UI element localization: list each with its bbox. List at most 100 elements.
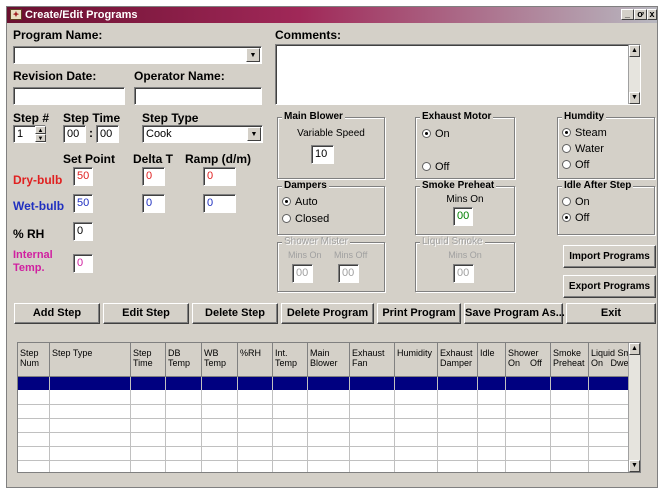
humidity-title: Humdity: [562, 111, 606, 122]
scroll-up-icon[interactable]: ▲: [629, 45, 640, 57]
delta-t-header: Delta T: [133, 152, 174, 166]
close-button[interactable]: x: [647, 9, 657, 20]
export-programs-button[interactable]: Export Programs: [563, 275, 656, 298]
exhaust-off-radio[interactable]: Off: [422, 161, 449, 173]
step-time-minutes-field[interactable]: 00: [96, 125, 119, 143]
time-separator: :: [89, 126, 93, 140]
radio-selected-icon: [282, 197, 291, 206]
liquid-smoke-field[interactable]: 00: [453, 264, 474, 283]
main-blower-speed-field[interactable]: 10: [311, 145, 334, 164]
delete-program-button[interactable]: Delete Program: [281, 303, 374, 324]
table-row[interactable]: [18, 460, 640, 461]
col-divider: [505, 377, 506, 472]
program-name-dropdown[interactable]: ▼: [13, 46, 262, 64]
internal-temp-field[interactable]: 0: [73, 254, 93, 273]
comments-textarea[interactable]: [275, 44, 641, 105]
dry-bulb-delta-field[interactable]: 0: [142, 167, 165, 186]
col-divider: [588, 377, 589, 472]
import-programs-button[interactable]: Import Programs: [563, 245, 656, 268]
humidity-off-radio[interactable]: Off: [562, 159, 589, 171]
col-wb-temp[interactable]: WB Temp: [202, 343, 238, 377]
step-up-icon[interactable]: ▲: [35, 126, 46, 134]
col-step-time[interactable]: Step Time: [131, 343, 166, 377]
exhaust-on-radio[interactable]: On: [422, 128, 450, 140]
operator-name-field[interactable]: [134, 87, 262, 105]
shower-mins-off-field[interactable]: 00: [338, 264, 359, 283]
comments-scrollbar[interactable]: ▲ ▼: [628, 45, 640, 104]
rh-field[interactable]: 0: [73, 222, 93, 241]
exit-button[interactable]: Exit: [566, 303, 656, 324]
col-shower[interactable]: Shower On Off: [506, 343, 551, 377]
radio-icon: [422, 162, 431, 171]
step-time-hours-field[interactable]: 00: [63, 125, 86, 143]
table-row[interactable]: [18, 418, 640, 419]
col-liquid-smk[interactable]: Liquid Smk On Dwell: [589, 343, 636, 377]
minimize-button[interactable]: _: [621, 9, 634, 20]
table-row[interactable]: [18, 446, 640, 447]
col-divider: [394, 377, 395, 472]
smoke-preheat-title: Smoke Preheat: [420, 180, 497, 191]
col-exhaust-fan[interactable]: Exhaust Fan: [350, 343, 395, 377]
step-down-icon[interactable]: ▼: [35, 134, 46, 142]
scroll-down-icon[interactable]: ▼: [629, 460, 640, 472]
window-title: Create/Edit Programs: [25, 9, 138, 21]
chevron-down-icon[interactable]: ▼: [247, 127, 261, 141]
col-smoke-preheat[interactable]: Smoke Preheat: [551, 343, 589, 377]
col-humidity[interactable]: Humidity: [395, 343, 438, 377]
revision-date-field[interactable]: [13, 87, 125, 105]
add-step-button[interactable]: Add Step: [14, 303, 100, 324]
dampers-closed-radio[interactable]: Closed: [282, 213, 329, 225]
table-row[interactable]: [18, 404, 640, 405]
chevron-down-icon[interactable]: ▼: [246, 48, 260, 62]
col-step-type[interactable]: Step Type: [50, 343, 131, 377]
idle-off-radio[interactable]: Off: [562, 212, 589, 224]
dry-bulb-ramp-field[interactable]: 0: [203, 167, 236, 186]
humidity-water-radio[interactable]: Water: [562, 143, 604, 155]
steps-grid[interactable]: Step Num Step Type Step Time DB Temp WB Temp…: [17, 342, 641, 473]
col-label: Temp: [204, 358, 227, 368]
col-main-blower[interactable]: Main Blower: [308, 343, 350, 377]
edit-step-button[interactable]: Edit Step: [103, 303, 189, 324]
scroll-up-icon[interactable]: ▲: [629, 343, 640, 355]
humidity-steam-radio[interactable]: Steam: [562, 127, 607, 139]
col-divider: [349, 377, 350, 472]
col-divider: [477, 377, 478, 472]
step-number-value: 1: [17, 128, 24, 140]
col-divider: [550, 377, 551, 472]
col-exhaust-damper[interactable]: Exhaust Damper: [438, 343, 478, 377]
grid-header: Step Num Step Type Step Time DB Temp WB Temp…: [18, 343, 640, 377]
title-bar[interactable]: ✦ Create/Edit Programs _ ơ x: [7, 7, 657, 23]
idle-on-radio[interactable]: On: [562, 196, 590, 208]
col-idle[interactable]: Idle: [478, 343, 506, 377]
step-type-dropdown[interactable]: Cook ▼: [142, 125, 263, 143]
shower-mins-on-field[interactable]: 00: [292, 264, 313, 283]
dampers-auto-radio[interactable]: Auto: [282, 196, 318, 208]
print-program-button[interactable]: Print Program: [377, 303, 461, 324]
col-db-temp[interactable]: DB Temp: [166, 343, 202, 377]
save-program-as-button[interactable]: Save Program As...: [464, 303, 565, 324]
scroll-down-icon[interactable]: ▼: [629, 92, 640, 104]
col-label: Shower: [508, 348, 539, 358]
wet-bulb-ramp-field[interactable]: 0: [203, 194, 236, 213]
shower-mins-off-label: Mins Off: [334, 250, 368, 260]
idle-after-step-title: Idle After Step: [562, 180, 634, 191]
wet-bulb-setpoint-field[interactable]: 50: [73, 194, 93, 213]
wet-bulb-delta-field[interactable]: 0: [142, 194, 165, 213]
col-label: Step: [133, 348, 152, 358]
col-label: Temp: [275, 358, 298, 368]
dry-bulb-setpoint-field[interactable]: 50: [73, 167, 93, 186]
smoke-preheat-field[interactable]: 00: [453, 207, 473, 226]
grid-scrollbar[interactable]: ▲ ▼: [628, 343, 640, 472]
col-rh[interactable]: %RH: [238, 343, 273, 377]
step-type-label: Step Type: [142, 111, 199, 125]
delete-step-button[interactable]: Delete Step: [192, 303, 278, 324]
maximize-button[interactable]: ơ: [634, 9, 647, 20]
col-label: Int.: [275, 348, 288, 358]
col-step-num[interactable]: Step Num: [18, 343, 50, 377]
col-int-temp[interactable]: Int. Temp: [273, 343, 308, 377]
table-row[interactable]: [18, 432, 640, 433]
set-point-header: Set Point: [63, 152, 116, 166]
selected-table-row[interactable]: [18, 377, 640, 390]
idle-off-label: Off: [575, 212, 590, 224]
col-label: Damper: [440, 358, 473, 368]
